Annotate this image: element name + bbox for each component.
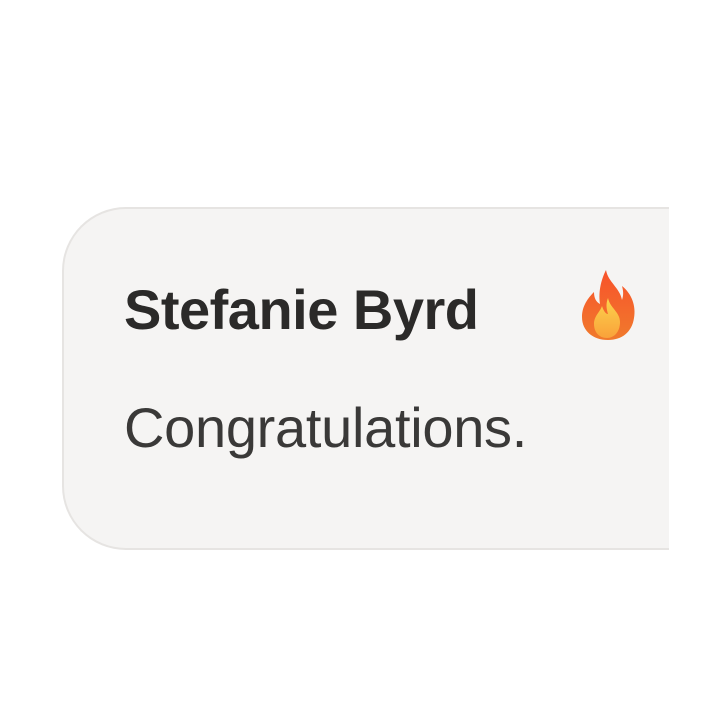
comment-text: Congratulations. [124,396,528,459]
comment-author-name[interactable]: Stefanie Byrd [124,270,479,350]
flame-icon [576,268,640,342]
comment-canvas: Stefanie Byrd Congratulations. [0,0,720,720]
comment-bubble [62,207,669,550]
